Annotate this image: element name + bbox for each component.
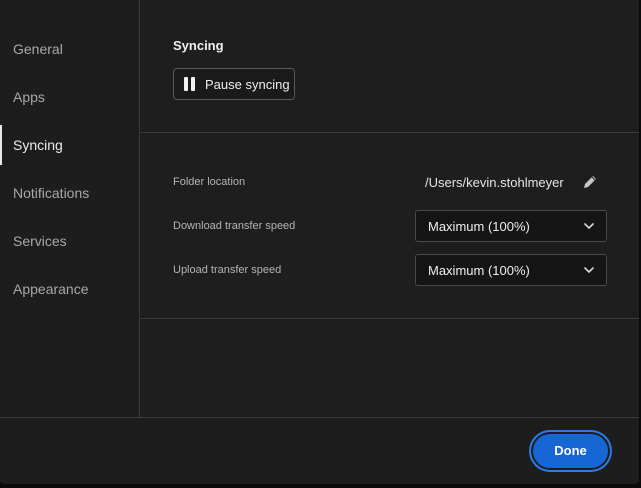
folder-location-label: Folder location: [173, 176, 246, 188]
pause-syncing-button[interactable]: Pause syncing: [173, 68, 295, 100]
upload-speed-label: Upload transfer speed: [173, 264, 282, 276]
upload-speed-value: Maximum (100%): [428, 263, 530, 278]
download-speed-value: Maximum (100%): [428, 219, 530, 234]
section-title: Syncing: [173, 38, 224, 53]
sidebar-item-general[interactable]: General: [0, 29, 139, 69]
divider: [141, 318, 639, 319]
folder-location-value: /Users/kevin.stohlmeyer: [425, 175, 564, 190]
preferences-window: General Apps Syncing Notifications Servi…: [0, 0, 639, 484]
pencil-icon[interactable]: [581, 173, 599, 191]
download-speed-select[interactable]: Maximum (100%): [415, 210, 607, 242]
divider: [141, 132, 639, 133]
sidebar-nav: General Apps Syncing Notifications Servi…: [0, 0, 140, 417]
sidebar-item-apps[interactable]: Apps: [0, 77, 139, 117]
done-button[interactable]: Done: [533, 434, 608, 468]
chevron-down-icon: [584, 267, 594, 273]
download-speed-label: Download transfer speed: [173, 220, 296, 232]
pause-syncing-label: Pause syncing: [205, 76, 290, 92]
sidebar-item-appearance[interactable]: Appearance: [0, 269, 139, 309]
sidebar-item-syncing[interactable]: Syncing: [0, 125, 139, 165]
sidebar-item-notifications[interactable]: Notifications: [0, 173, 139, 213]
dialog-footer: Done: [0, 417, 639, 484]
pause-icon: [184, 77, 196, 91]
upload-speed-select[interactable]: Maximum (100%): [415, 254, 607, 286]
syncing-panel: Syncing Pause syncing Folder location /U…: [141, 0, 639, 417]
chevron-down-icon: [584, 223, 594, 229]
sidebar-item-services[interactable]: Services: [0, 221, 139, 261]
